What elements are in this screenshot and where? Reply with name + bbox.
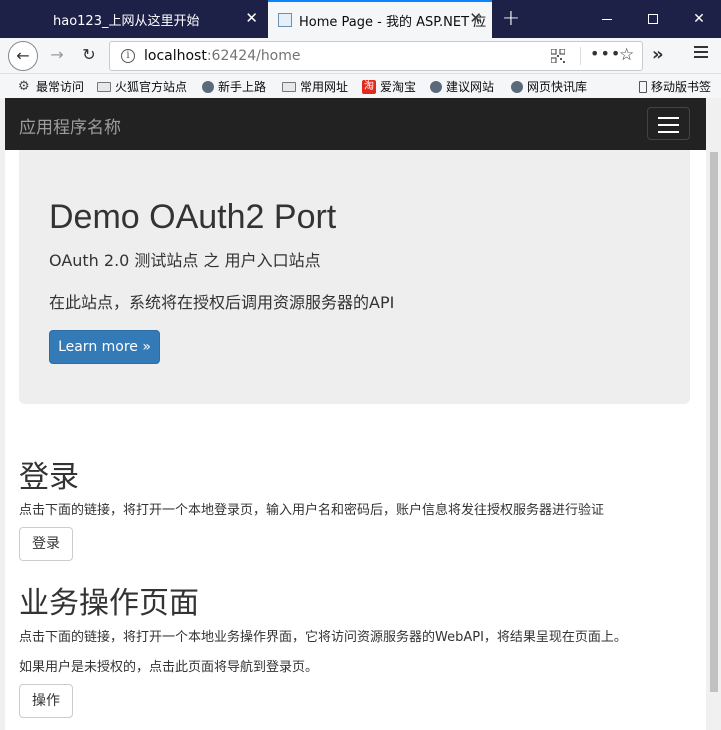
taobao-icon: 淘: [362, 79, 376, 94]
new-tab-button[interactable]: +: [500, 4, 522, 34]
window-maximize-button[interactable]: [630, 0, 676, 38]
hamburger-menu-icon[interactable]: [694, 46, 708, 58]
arrow-right-icon: →: [50, 45, 64, 64]
qr-code-icon[interactable]: [551, 49, 565, 63]
folder-icon: [97, 81, 111, 92]
toolbar-overflow-icon[interactable]: »: [652, 44, 664, 65]
gear-icon: ⚙: [18, 78, 30, 94]
globe-icon: [511, 80, 523, 93]
bookmark-label: 爱淘宝: [380, 80, 417, 94]
bookmark-label: 网页快讯库: [527, 80, 588, 94]
tab-home-page[interactable]: Home Page - 我的 ASP.NET 应 ✕: [268, 0, 492, 38]
bookmark-item[interactable]: 常用网址: [282, 78, 348, 95]
tab-hao123[interactable]: hao123_上网从这里开始 ✕: [42, 0, 268, 38]
vertical-scrollbar[interactable]: [706, 98, 721, 730]
operation-note: 如果用户是未授权的，点击此页面将导航到登录页。: [19, 660, 319, 675]
tab-close-icon[interactable]: ✕: [469, 11, 482, 26]
url-host: localhost: [144, 48, 207, 64]
bookmark-label: 建议网站: [446, 80, 495, 94]
scrollbar-thumb[interactable]: [710, 152, 718, 692]
login-button[interactable]: 登录: [19, 527, 73, 561]
bookmark-item[interactable]: 新手上路: [202, 78, 266, 95]
bookmark-item[interactable]: 淘爱淘宝: [362, 78, 416, 95]
window-minimize-button[interactable]: [584, 0, 630, 38]
minimize-icon: [602, 18, 612, 20]
jumbotron: Demo OAuth2 Port OAuth 2.0 测试站点 之 用户入口站点…: [19, 150, 690, 404]
page-viewport: 应用程序名称 Demo OAuth2 Port OAuth 2.0 测试站点 之…: [5, 98, 706, 730]
bookmark-star-icon[interactable]: ☆: [619, 45, 634, 65]
operation-heading: 业务操作页面: [19, 586, 199, 621]
maximize-icon: [648, 14, 658, 24]
bookmark-label: 火狐官方站点: [115, 80, 188, 94]
page-subtitle: OAuth 2.0 测试站点 之 用户入口站点: [49, 251, 321, 270]
page-description: 在此站点，系统将在授权后调用资源服务器的API: [49, 293, 395, 312]
browser-titlebar: hao123_上网从这里开始 ✕ Home Page - 我的 ASP.NET …: [0, 0, 721, 38]
bookmark-item[interactable]: 火狐官方站点: [97, 78, 187, 95]
tab-close-icon[interactable]: ✕: [245, 11, 258, 26]
back-button[interactable]: ←: [8, 41, 38, 71]
url-path: :62424/home: [206, 48, 301, 64]
bookmark-label: 常用网址: [300, 80, 349, 94]
forward-button[interactable]: →: [42, 41, 72, 71]
bookmark-label: 最常访问: [36, 80, 85, 94]
login-heading: 登录: [19, 460, 79, 495]
learn-more-button[interactable]: Learn more »: [49, 330, 160, 364]
phone-icon: [639, 80, 647, 93]
bookmark-label: 移动版书签: [651, 80, 712, 94]
info-icon[interactable]: i: [121, 49, 135, 63]
reload-icon: ↻: [82, 45, 96, 64]
bookmark-item[interactable]: 建议网站: [430, 78, 494, 95]
page-actions-icon[interactable]: •••: [590, 44, 621, 63]
folder-icon: [282, 81, 296, 92]
page-title: Demo OAuth2 Port: [49, 198, 337, 236]
site-brand[interactable]: 应用程序名称: [19, 113, 121, 138]
navbar-toggle-button[interactable]: [647, 107, 690, 140]
arrow-left-icon: ←: [16, 46, 30, 65]
browser-toolbar: ← → ↻ i localhost:62424/home ••• ☆ »: [0, 38, 721, 74]
tab-title: Home Page - 我的 ASP.NET 应: [299, 14, 487, 30]
url-separator: [580, 47, 581, 65]
bookmark-label: 新手上路: [218, 80, 267, 94]
tab-title: hao123_上网从这里开始: [53, 13, 200, 29]
reload-button[interactable]: ↻: [74, 41, 104, 71]
site-navbar: 应用程序名称: [5, 98, 706, 150]
url-text[interactable]: localhost:62424/home: [144, 48, 301, 64]
operation-description: 点击下面的链接，将打开一个本地业务操作界面，它将访问资源服务器的WebAPI，将…: [19, 630, 627, 645]
window-close-button[interactable]: ✕: [676, 0, 721, 38]
bookmark-item-mobile[interactable]: 移动版书签: [639, 78, 711, 95]
login-description: 点击下面的链接，将打开一个本地登录页，输入用户名和密码后，账户信息将发往授权服务…: [19, 503, 605, 518]
page-favicon-icon: [278, 13, 292, 27]
bookmark-item[interactable]: ⚙ 最常访问: [18, 78, 84, 95]
address-bar[interactable]: i localhost:62424/home ••• ☆: [109, 41, 643, 71]
bookmarks-bar: ⚙ 最常访问 火狐官方站点 新手上路 常用网址 淘爱淘宝 建议网站 网页快讯库 移…: [0, 74, 721, 98]
bookmark-item[interactable]: 网页快讯库: [511, 78, 587, 95]
operation-button[interactable]: 操作: [19, 684, 73, 718]
globe-icon: [202, 80, 214, 93]
globe-icon: [430, 80, 442, 93]
